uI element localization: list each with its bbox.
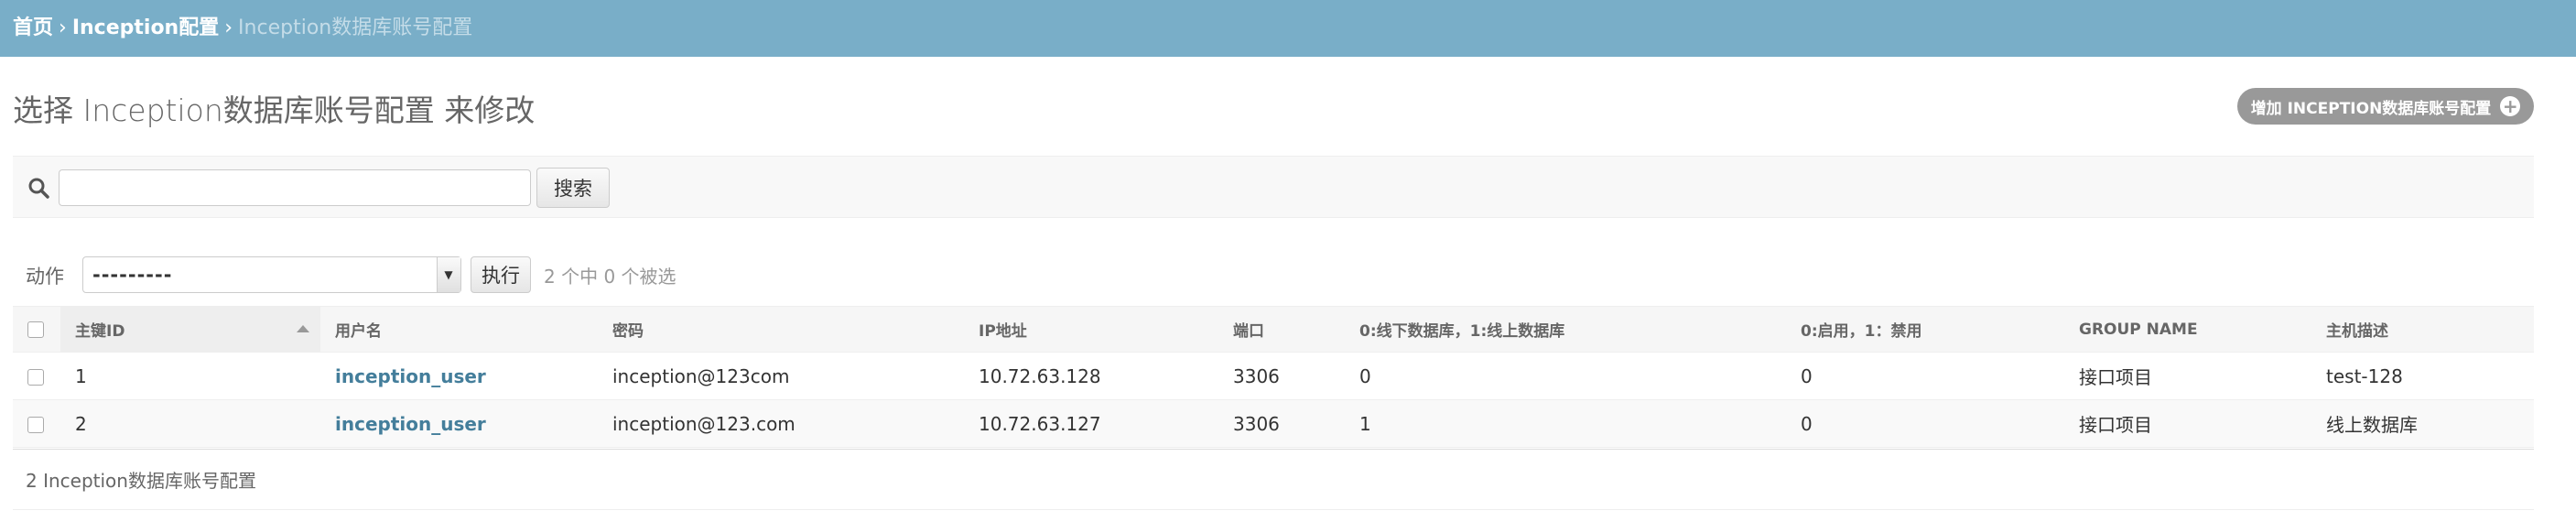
cell-host-description: test-128 — [2311, 352, 2534, 400]
row-checkbox[interactable] — [27, 369, 44, 386]
action-select[interactable]: --------- ▼ — [82, 256, 461, 293]
paginator: 2 Inception数据库账号配置 — [13, 449, 2534, 511]
search-icon — [28, 178, 49, 199]
run-action-button[interactable]: 执行 — [471, 256, 531, 293]
record-link[interactable]: inception_user — [335, 413, 486, 435]
row-select-cell — [13, 399, 60, 448]
divider — [13, 509, 2534, 510]
column-header-status[interactable]: 0:启用，1：禁用 — [1786, 306, 2064, 353]
breadcrumb-current: Inception数据库账号配置 — [238, 16, 473, 39]
table-header-row: 主键ID 用户名 密码 IP地址 端口 0:线下数据库，1:线上数据库 0:启用… — [13, 306, 2534, 353]
cell-username: inception_user — [320, 399, 598, 448]
breadcrumb-home-link[interactable]: 首页 — [13, 16, 53, 39]
column-header-group-name[interactable]: GROUP NAME — [2064, 306, 2311, 353]
action-label: 动作 — [26, 266, 64, 288]
cell-db-type: 0 — [1345, 352, 1786, 400]
cell-port: 3306 — [1218, 399, 1345, 448]
breadcrumb-separator: › — [59, 16, 67, 39]
action-select-value: --------- — [92, 264, 173, 286]
cell-id: 1 — [60, 352, 320, 400]
row-checkbox[interactable] — [27, 417, 44, 433]
cell-password: inception@123com — [598, 352, 964, 400]
cell-ip: 10.72.63.128 — [964, 352, 1218, 400]
breadcrumb-app-link[interactable]: Inception配置 — [72, 16, 219, 39]
table-row: 2 inception_user inception@123.com 10.72… — [13, 399, 2534, 448]
actions-bar: 动作 --------- ▼ 执行 2 个中 0 个被选 — [13, 255, 2534, 295]
column-header-host-description[interactable]: 主机描述 — [2311, 306, 2534, 353]
row-select-cell — [13, 352, 60, 400]
cell-ip: 10.72.63.127 — [964, 399, 1218, 448]
column-header-ip[interactable]: IP地址 — [964, 306, 1218, 353]
select-all-header — [13, 306, 60, 353]
action-counter: 2 个中 0 个被选 — [544, 266, 676, 288]
cell-status: 0 — [1786, 399, 2064, 448]
add-inception-account-button[interactable]: 增加 INCEPTION数据库账号配置 + — [2237, 88, 2534, 125]
search-input[interactable] — [59, 169, 531, 206]
table-row: 1 inception_user inception@123com 10.72.… — [13, 352, 2534, 400]
cell-port: 3306 — [1218, 352, 1345, 400]
select-all-checkbox[interactable] — [27, 321, 44, 338]
sort-ascending-icon[interactable] — [297, 325, 309, 332]
column-header-id[interactable]: 主键ID — [60, 306, 320, 353]
chevron-down-icon: ▼ — [437, 257, 460, 292]
record-link[interactable]: inception_user — [335, 365, 486, 387]
add-button-label: 增加 INCEPTION数据库账号配置 — [2250, 99, 2492, 118]
cell-host-description: 线上数据库 — [2311, 399, 2534, 448]
breadcrumb: 首页 › Inception配置 › Inception数据库账号配置 — [0, 0, 2576, 57]
column-header-username[interactable]: 用户名 — [320, 306, 598, 353]
cell-group-name: 接口项目 — [2064, 352, 2311, 400]
page-title: 选择 Inception数据库账号配置 来修改 — [13, 92, 536, 128]
cell-id: 2 — [60, 399, 320, 448]
breadcrumb-separator: › — [224, 16, 233, 39]
cell-db-type: 1 — [1345, 399, 1786, 448]
search-button[interactable]: 搜索 — [536, 168, 610, 208]
cell-group-name: 接口项目 — [2064, 399, 2311, 448]
column-header-password[interactable]: 密码 — [598, 306, 964, 353]
cell-status: 0 — [1786, 352, 2064, 400]
column-header-db-type[interactable]: 0:线下数据库，1:线上数据库 — [1345, 306, 1786, 353]
column-header-port[interactable]: 端口 — [1218, 306, 1345, 353]
plus-icon: + — [2500, 96, 2521, 116]
results-table: 主键ID 用户名 密码 IP地址 端口 0:线下数据库，1:线上数据库 0:启用… — [13, 306, 2534, 448]
cell-password: inception@123.com — [598, 399, 964, 448]
cell-username: inception_user — [320, 352, 598, 400]
search-toolbar: 搜索 — [13, 156, 2534, 218]
